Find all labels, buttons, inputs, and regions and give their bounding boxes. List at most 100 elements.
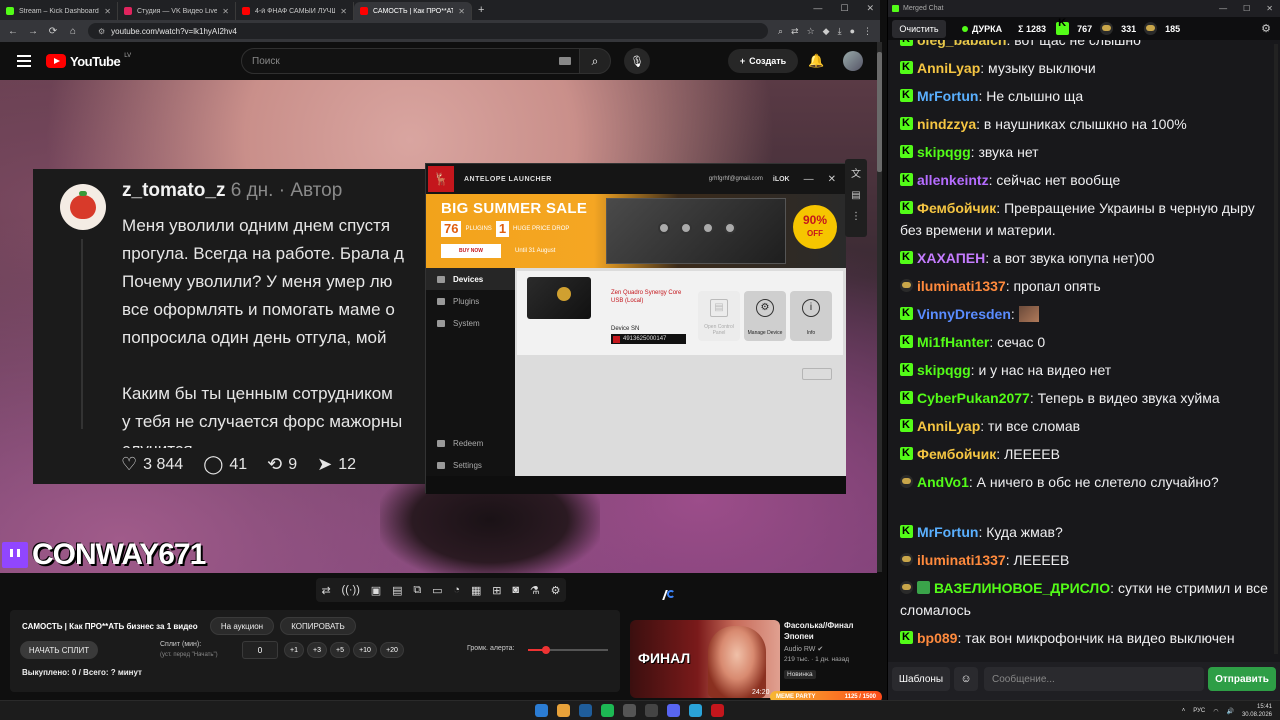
increment-button[interactable]: +1: [284, 642, 304, 658]
translate-icon[interactable]: 文: [851, 165, 861, 180]
wifi-icon[interactable]: ◠: [1213, 708, 1218, 715]
more-icon[interactable]: ⋮: [851, 211, 861, 222]
volume-icon[interactable]: 🔊: [1226, 708, 1233, 715]
loop-icon[interactable]: ⇄: [321, 584, 330, 597]
minimize-icon[interactable]: —: [804, 174, 814, 185]
reload-icon[interactable]: ⟳: [48, 26, 58, 37]
chat-username[interactable]: oleg_babaich: [917, 40, 1006, 48]
scrollbar-thumb[interactable]: [877, 52, 882, 172]
screen-icon[interactable]: ▭: [432, 584, 442, 597]
create-button[interactable]: + Создать: [728, 49, 798, 73]
speed-gauge-icon[interactable]: ◔: [453, 584, 460, 596]
manage-device-button[interactable]: ⚙ Manage Device: [744, 291, 786, 341]
download-icon[interactable]: ⤓: [838, 26, 842, 37]
film-icon[interactable]: ▦: [471, 584, 481, 597]
message-input[interactable]: Сообщение...: [984, 667, 1204, 691]
extension-icon[interactable]: ◆: [823, 26, 830, 37]
ilok-logo[interactable]: iLOK: [773, 176, 790, 183]
bookmark-star-icon[interactable]: ☆: [807, 26, 815, 37]
youtube-logo[interactable]: YouTube LV: [46, 53, 131, 69]
chat-username[interactable]: AndVo1: [917, 474, 969, 490]
obs-icon[interactable]: [623, 704, 636, 717]
templates-button[interactable]: Шаблоны: [892, 667, 950, 691]
recommended-title[interactable]: Фасолька//Финал Эпопеи: [784, 620, 880, 642]
flask-icon[interactable]: ⚗: [530, 584, 540, 597]
voice-search-button[interactable]: 🎙: [624, 48, 650, 74]
site-info-icon[interactable]: ⚙: [98, 27, 105, 36]
clapper-icon[interactable]: ▤: [392, 584, 402, 597]
minimize-icon[interactable]: —: [813, 3, 822, 14]
open-control-panel-button[interactable]: ▤ Open Control Panel: [698, 291, 740, 341]
profile-icon[interactable]: ●: [850, 26, 855, 37]
chat-username[interactable]: iluminati1337: [917, 278, 1006, 294]
search-button[interactable]: ⌕: [579, 48, 611, 74]
close-icon[interactable]: ✕: [1266, 4, 1273, 13]
settings-gear-icon[interactable]: ⚙: [1261, 22, 1271, 35]
chat-username[interactable]: MrFortun: [917, 88, 978, 104]
chat-username[interactable]: Mi1fHanter: [917, 334, 989, 350]
recommended-thumbnail[interactable]: ФИНАЛ: [630, 620, 780, 698]
camera-icon[interactable]: ▣: [371, 584, 381, 597]
clock[interactable]: 15:41 30.08.2026: [1242, 703, 1272, 719]
clear-button[interactable]: Очистить: [892, 19, 946, 38]
maximize-icon[interactable]: ☐: [840, 3, 848, 14]
minimize-icon[interactable]: —: [1219, 4, 1227, 13]
home-icon[interactable]: ⌂: [68, 26, 78, 37]
send-button[interactable]: Отправить: [1208, 667, 1276, 691]
recommended-channel[interactable]: Audio RW ✔: [784, 645, 880, 653]
account-email[interactable]: grhfgrhf@gmail.com: [709, 176, 763, 182]
chat-username[interactable]: AnniLyap: [917, 60, 980, 76]
browser-tab[interactable]: 4-й ФНАФ САМЫЙ ЛУЧШИЙ! ✕: [236, 2, 354, 20]
chat-username[interactable]: ВАЗЕЛИНОВОЕ_ДРИСЛО: [934, 580, 1110, 596]
settings-gear-icon[interactable]: ⚙: [551, 584, 561, 597]
copy-button[interactable]: КОПИРОВАТЬ: [280, 617, 356, 635]
sale-banner[interactable]: BIG SUMMER SALE 76 PLUGINS 1 HUGE PRICE …: [426, 194, 846, 268]
search-input[interactable]: Поиск: [241, 48, 580, 74]
launcher-nav-item[interactable]: Plugins: [426, 290, 515, 312]
chat-username[interactable]: Фембойчик: [917, 200, 996, 216]
launcher-nav-item[interactable]: Devices: [426, 268, 515, 290]
split-minutes-input[interactable]: 0: [242, 641, 278, 659]
chat-username[interactable]: skipqgg: [917, 144, 971, 160]
increment-button[interactable]: +3: [307, 642, 327, 658]
launcher-nav-item[interactable]: Redeem: [426, 432, 515, 454]
browser-tab[interactable]: Студия — VK Видео Live ✕: [118, 2, 236, 20]
increment-button[interactable]: +20: [380, 642, 404, 658]
alert-volume-slider[interactable]: [528, 646, 608, 654]
antelope-icon[interactable]: [711, 704, 724, 717]
menu-icon[interactable]: ⋮: [863, 26, 872, 37]
recommended-info[interactable]: Фасолька//Финал Эпопеи Audio RW ✔ 219 ты…: [784, 620, 880, 681]
url-field[interactable]: ⚙ youtube.com/watch?v=lk1hyAI2hv4: [88, 23, 768, 39]
chrome-icon[interactable]: [557, 704, 570, 717]
language-indicator[interactable]: РУС: [1193, 708, 1205, 714]
tab-close-icon[interactable]: ✕: [340, 7, 347, 16]
chat-scrollbar[interactable]: [1274, 44, 1278, 654]
windows-start-icon[interactable]: [535, 704, 548, 717]
spotify-icon[interactable]: [601, 704, 614, 717]
tab-close-icon[interactable]: ✕: [458, 7, 465, 16]
keyboard-icon[interactable]: [559, 57, 571, 65]
chat-username[interactable]: CyberPukan2077: [917, 390, 1030, 406]
chat-username[interactable]: MrFortun: [917, 524, 978, 540]
browser-tab[interactable]: САМОСТЬ | Как ПРО**АТЬ би... ✕: [354, 2, 472, 20]
subtitles-icon[interactable]: ▤: [851, 190, 860, 201]
steam-icon[interactable]: [579, 704, 592, 717]
chat-username[interactable]: bp089: [917, 630, 957, 646]
notifications-bell-icon[interactable]: 🔔: [808, 53, 824, 69]
broadcast-icon[interactable]: ((·)): [342, 584, 360, 596]
chat-username[interactable]: ХАХАПЕН: [917, 250, 985, 266]
forward-icon[interactable]: →: [28, 26, 38, 37]
page-scrollbar[interactable]: [877, 42, 882, 572]
screenshot-icon[interactable]: ◙: [512, 584, 519, 596]
to-auction-button[interactable]: На аукцион: [210, 617, 274, 635]
buy-now-button[interactable]: BUY NOW: [441, 244, 501, 258]
chat-username[interactable]: AnniLyap: [917, 418, 980, 434]
translate-icon[interactable]: ⇄: [791, 26, 799, 37]
search-icon[interactable]: ⌕: [778, 26, 783, 37]
chat-username[interactable]: VinnyDresden: [917, 306, 1011, 322]
browser-tab[interactable]: Stream – Kick Dashboard ✕: [0, 2, 118, 20]
back-icon[interactable]: ←: [8, 26, 18, 37]
chat-username[interactable]: skipqgg: [917, 362, 971, 378]
increment-button[interactable]: +5: [330, 642, 350, 658]
tab-close-icon[interactable]: ✕: [222, 7, 229, 16]
